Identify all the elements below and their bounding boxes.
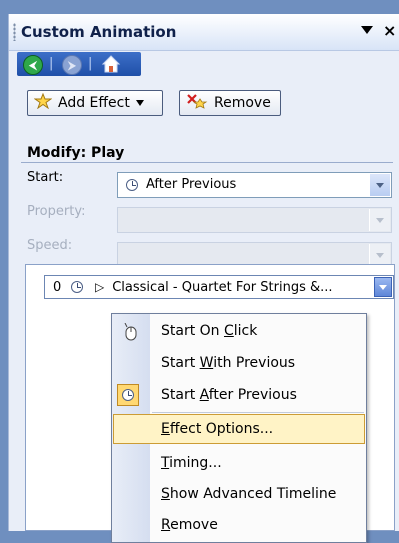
menu-item-timing[interactable]: Timing...	[113, 448, 365, 478]
list-item-name: Classical - Quartet For Strings &...	[112, 279, 333, 295]
pane-menu-dropdown-icon[interactable]	[361, 26, 373, 34]
chevron-down-icon[interactable]	[369, 174, 390, 196]
chevron-down-icon[interactable]	[369, 209, 390, 231]
effect-context-menu: Start On Click Start With Previous Start…	[111, 313, 367, 543]
property-label: Property:	[27, 204, 86, 219]
custom-animation-pane: Custom Animation × ⮜ | ⮞ | Add Effect Re…	[8, 14, 399, 543]
chevron-down-icon[interactable]	[369, 244, 390, 266]
chevron-down-icon	[135, 100, 144, 106]
property-select[interactable]	[117, 207, 392, 233]
menu-item-effect-options[interactable]: Effect Options...	[113, 414, 365, 444]
menu-separator	[152, 412, 364, 413]
menu-label-accel: W	[199, 355, 214, 371]
menu-label-accel: T	[161, 455, 170, 471]
menu-label: fter Previous	[208, 387, 297, 403]
modify-section-title: Modify: Play	[27, 145, 125, 161]
menu-item-start-on-click[interactable]: Start On Click	[113, 316, 365, 346]
menu-item-start-with-previous[interactable]: Start With Previous	[113, 348, 365, 378]
start-select[interactable]: After Previous	[117, 172, 392, 198]
menu-label: lick	[233, 323, 258, 339]
back-icon[interactable]: ⮜	[23, 55, 43, 75]
menu-label: ffect Options...	[169, 421, 274, 437]
home-icon[interactable]	[101, 54, 121, 74]
add-effect-button[interactable]: Add Effect	[27, 90, 163, 116]
chevron-down-icon[interactable]	[374, 277, 392, 297]
start-select-value: After Previous	[146, 177, 237, 192]
menu-item-show-advanced-timeline[interactable]: Show Advanced Timeline	[113, 479, 365, 509]
nav-separator: |	[49, 56, 54, 71]
menu-label: ith Previous	[213, 355, 296, 371]
section-divider	[21, 162, 393, 163]
menu-label-accel: C	[224, 323, 234, 339]
menu-label: Start	[161, 355, 200, 371]
menu-label: iming...	[169, 455, 222, 471]
close-icon[interactable]: ×	[383, 21, 396, 40]
menu-item-start-after-previous[interactable]: Start After Previous	[113, 380, 365, 410]
nav-separator: |	[88, 56, 93, 71]
remove-label: Remove	[214, 95, 271, 111]
remove-button[interactable]: Remove	[179, 90, 281, 116]
menu-item-remove[interactable]: Remove	[113, 510, 365, 540]
list-item[interactable]: 0 ▷ Classical - Quartet For Strings &...	[44, 275, 394, 299]
pane-title: Custom Animation	[21, 23, 177, 41]
menu-label: Start On	[161, 323, 224, 339]
add-effect-label: Add Effect	[58, 95, 130, 111]
start-label: Start:	[27, 170, 64, 185]
menu-label-accel: A	[199, 387, 209, 403]
clock-icon	[71, 281, 83, 293]
add-effect-star-icon	[33, 92, 53, 113]
clock-icon	[126, 178, 138, 191]
menu-label-accel: E	[161, 421, 170, 437]
pane-title-bar: Custom Animation ×	[9, 14, 399, 51]
speed-label: Speed:	[27, 238, 73, 253]
list-item-index: 0	[53, 279, 62, 295]
drag-grip-icon[interactable]	[13, 23, 16, 41]
menu-label-accel: S	[161, 486, 170, 502]
play-icon: ▷	[95, 280, 105, 294]
forward-icon[interactable]: ⮞	[62, 55, 82, 75]
remove-effect-icon	[186, 93, 208, 113]
menu-label: Start	[161, 387, 200, 403]
clock-icon	[117, 384, 139, 406]
pane-navigation-bar: ⮜ | ⮞ |	[17, 52, 141, 76]
menu-label: how Advanced Timeline	[169, 486, 337, 502]
